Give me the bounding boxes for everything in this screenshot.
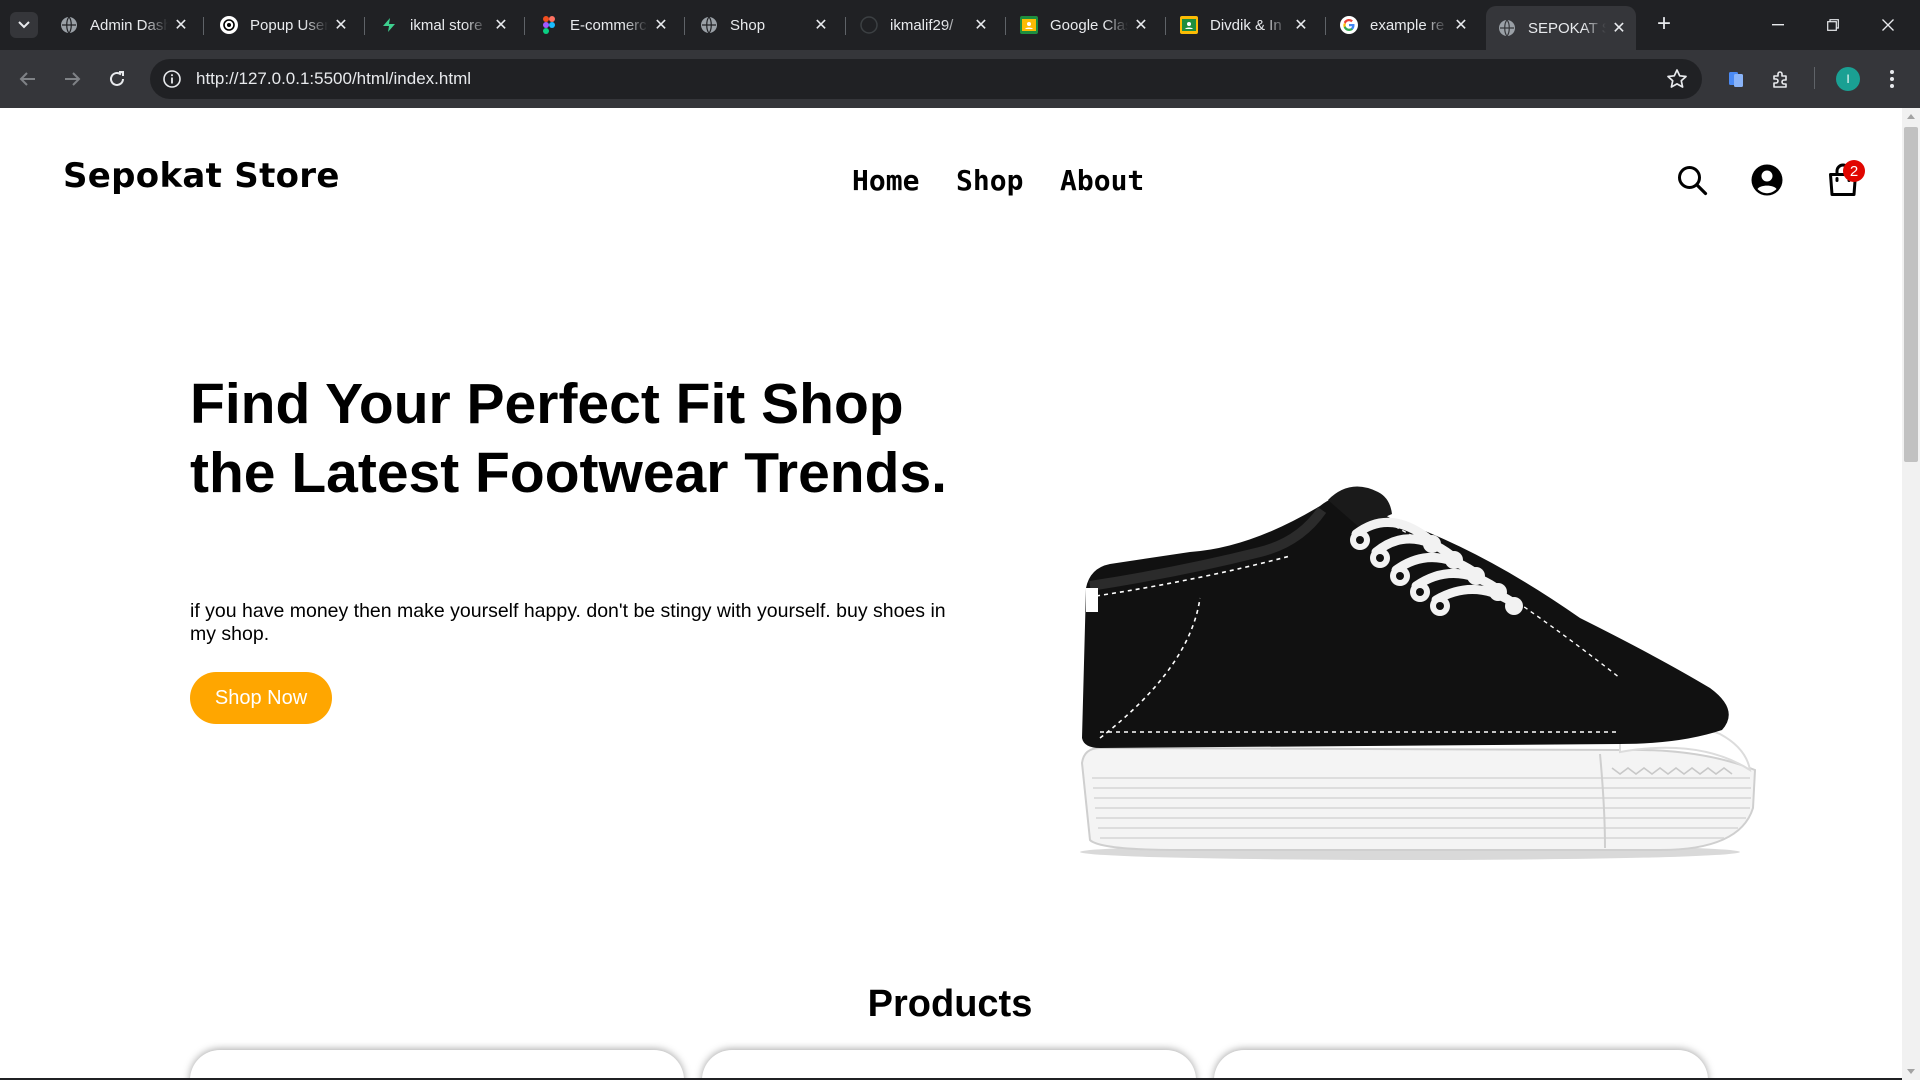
shop-now-button[interactable]: Shop Now <box>190 672 332 724</box>
page-scrollbar[interactable] <box>1902 108 1920 1080</box>
browser-tab[interactable]: E-commerce ✕ <box>528 8 678 42</box>
product-card[interactable] <box>702 1050 1196 1080</box>
browser-tab[interactable]: example re ✕ <box>1328 8 1478 42</box>
tab-divider <box>1325 17 1326 35</box>
tab-close-icon[interactable]: ✕ <box>972 16 990 34</box>
tab-divider <box>203 17 204 35</box>
tab-title: Google Classroom <box>1050 16 1128 34</box>
account-button[interactable] <box>1749 160 1785 200</box>
tab-title: Popup User <box>250 16 328 34</box>
tab-divider <box>524 17 525 35</box>
browser-tab-strip: Admin Dashboard ✕ Popup User ✕ ikmal sto… <box>0 0 1920 50</box>
url-text[interactable]: http://127.0.0.1:5500/html/index.html <box>196 69 471 89</box>
restore-icon <box>1827 19 1839 31</box>
figma-icon <box>540 16 558 34</box>
tab-divider <box>845 17 846 35</box>
minimize-button[interactable] <box>1758 10 1798 40</box>
browser-tab[interactable]: Shop ✕ <box>688 8 838 42</box>
scrollbar-thumb[interactable] <box>1904 127 1918 462</box>
forward-button[interactable] <box>57 64 87 94</box>
globe-icon <box>1498 19 1516 37</box>
tab-close-icon[interactable]: ✕ <box>812 16 830 34</box>
user-icon <box>1751 164 1783 196</box>
tab-close-icon[interactable]: ✕ <box>1452 16 1470 34</box>
browser-tab[interactable]: Google Classroom ✕ <box>1008 8 1158 42</box>
close-window-button[interactable] <box>1868 10 1908 40</box>
tab-close-icon[interactable]: ✕ <box>1292 16 1310 34</box>
tab-close-icon[interactable]: ✕ <box>1132 16 1150 34</box>
info-icon[interactable] <box>162 69 182 89</box>
product-card[interactable] <box>190 1050 684 1080</box>
kebab-menu-icon <box>1890 70 1894 88</box>
globe-icon <box>60 16 78 34</box>
google-icon <box>1340 16 1358 34</box>
tab-title: ikmalif29/ <box>890 16 954 34</box>
search-icon <box>1678 166 1708 196</box>
tab-title: example re <box>1370 16 1445 34</box>
tab-close-icon[interactable]: ✕ <box>332 16 350 34</box>
new-tab-button[interactable]: + <box>1651 12 1677 38</box>
tab-divider <box>1005 17 1006 35</box>
chevron-down-icon <box>18 21 30 29</box>
back-button[interactable] <box>13 64 43 94</box>
browser-tab[interactable]: Admin Dashboard ✕ <box>48 8 198 42</box>
tab-title: Admin Dashboard <box>90 16 168 34</box>
toolbar-divider <box>1814 67 1815 89</box>
github-icon <box>860 16 878 34</box>
browser-menu-button[interactable] <box>1878 65 1906 93</box>
nav-link-about[interactable]: About <box>1060 164 1144 197</box>
tab-title: Shop <box>730 16 766 34</box>
document-extension-icon <box>1729 72 1743 87</box>
browser-toolbar: http://127.0.0.1:5500/html/index.html <box>0 50 1920 108</box>
classroom-icon <box>1180 16 1198 34</box>
tab-title: SEPOKAT S <box>1528 19 1606 37</box>
extensions-button[interactable] <box>1767 65 1795 93</box>
site-logo[interactable]: Sepokat Store <box>63 156 340 196</box>
hero-sneaker-image <box>1080 486 1757 860</box>
page-viewport: Sepokat Store Home Shop About 2 Find You… <box>0 108 1902 1080</box>
tab-divider <box>684 17 685 35</box>
profile-avatar[interactable]: I <box>1836 67 1860 91</box>
restore-button[interactable] <box>1813 10 1853 40</box>
puzzle-icon <box>1773 71 1787 88</box>
tab-close-icon[interactable]: ✕ <box>652 16 670 34</box>
hero-title: Find Your Perfect Fit Shop the Latest Fo… <box>190 372 947 505</box>
close-icon <box>1882 19 1894 31</box>
hero-description: if you have money then make yourself hap… <box>190 600 946 645</box>
tab-title: Divdik & In <box>1210 16 1282 34</box>
search-button[interactable] <box>1674 160 1710 200</box>
cart-count-badge: 2 <box>1843 160 1865 182</box>
openai-icon <box>220 16 238 34</box>
supabase-icon <box>380 16 398 34</box>
scroll-down-arrow-icon[interactable] <box>1907 1069 1915 1074</box>
bookmark-star-icon[interactable] <box>1666 68 1688 90</box>
tab-close-icon[interactable]: ✕ <box>172 16 190 34</box>
classroom-icon <box>1020 16 1038 34</box>
browser-tab-active[interactable]: SEPOKAT S ✕ <box>1486 6 1636 50</box>
minimize-icon <box>1772 24 1784 26</box>
globe-icon <box>700 16 718 34</box>
products-heading: Products <box>867 983 1033 1025</box>
browser-tab[interactable]: ikmalif29/ ✕ <box>848 8 998 42</box>
browser-tab[interactable]: Popup User ✕ <box>208 8 358 42</box>
product-card[interactable] <box>1214 1050 1708 1080</box>
arrow-right-icon <box>65 72 81 86</box>
reload-icon <box>110 71 124 86</box>
browser-tab[interactable]: Divdik & In ✕ <box>1168 8 1318 42</box>
tab-title: ikmal store <box>410 16 483 34</box>
tab-close-icon[interactable]: ✕ <box>1610 19 1628 37</box>
nav-link-shop[interactable]: Shop <box>956 164 1023 197</box>
tab-divider <box>1165 17 1166 35</box>
arrow-left-icon <box>19 72 35 86</box>
browser-tab[interactable]: ikmal store ✕ <box>368 8 518 42</box>
tab-divider <box>364 17 365 35</box>
nav-link-home[interactable]: Home <box>852 164 919 197</box>
reload-button[interactable] <box>102 64 132 94</box>
tab-search-button[interactable] <box>10 12 38 38</box>
extension-button[interactable] <box>1722 65 1750 93</box>
address-bar[interactable]: http://127.0.0.1:5500/html/index.html <box>150 59 1702 99</box>
scroll-up-arrow-icon[interactable] <box>1907 114 1915 119</box>
tab-title: E-commerce <box>570 16 648 34</box>
tab-close-icon[interactable]: ✕ <box>492 16 510 34</box>
